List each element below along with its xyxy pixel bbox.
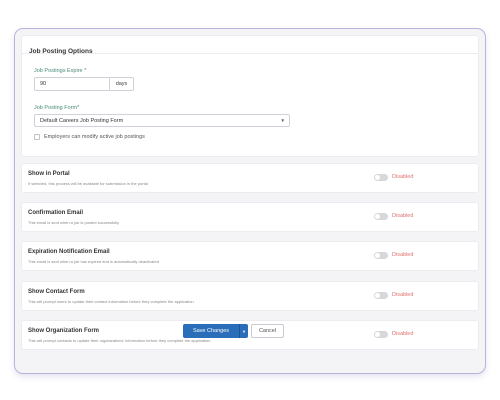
modify-postings-checkbox[interactable] xyxy=(34,134,40,140)
toggle-card-confirmation-email: Confirmation Email This email is sent wh… xyxy=(21,202,479,232)
toggle-knob xyxy=(375,253,380,258)
expire-unit-addon: days xyxy=(110,77,134,91)
chevron-down-icon: ▼ xyxy=(280,118,285,123)
options-header: Job Posting Options xyxy=(22,36,478,55)
show-in-portal-toggle[interactable] xyxy=(374,174,388,181)
form-label: Job Posting Form* xyxy=(34,105,80,111)
toggle-title: Expiration Notification Email xyxy=(28,249,110,255)
toggle-status: Disabled xyxy=(392,292,414,298)
expire-days-input[interactable]: 90 xyxy=(34,77,110,91)
toggle-status: Disabled xyxy=(392,213,414,219)
toggle-description: If selected, this process will be availa… xyxy=(28,181,148,186)
toggle-card-expiration-email: Expiration Notification Email This email… xyxy=(21,241,479,271)
toggle-status: Disabled xyxy=(392,174,414,180)
options-title: Job Posting Options xyxy=(29,48,93,55)
save-changes-button[interactable]: Save Changes xyxy=(183,324,239,338)
job-posting-options-card: Job Posting Options Job Postings Expire … xyxy=(21,35,479,157)
toggle-knob xyxy=(375,293,380,298)
confirmation-email-toggle[interactable] xyxy=(374,213,388,220)
toggle-description: This email is sent when a job is posted … xyxy=(28,220,120,225)
toggle-knob xyxy=(375,214,380,219)
cancel-button[interactable]: Cancel xyxy=(251,324,284,338)
modify-postings-row: Employers can modify active job postings xyxy=(34,134,145,140)
select-value: Default Careers Job Posting Form xyxy=(40,118,124,124)
toggle-description: This email is sent when a job has expire… xyxy=(28,259,159,264)
toggle-description: This will prompt users to update their c… xyxy=(28,299,194,304)
toggle-title: Show Organization Form xyxy=(28,328,100,334)
toggle-description: This will prompt contacts to update thei… xyxy=(28,338,211,343)
toggle-status: Disabled xyxy=(392,331,414,337)
contact-form-toggle[interactable] xyxy=(374,292,388,299)
toggle-status: Disabled xyxy=(392,252,414,258)
toggle-title: Confirmation Email xyxy=(28,210,84,216)
toggle-title: Show in Portal xyxy=(28,171,70,177)
expire-label: Job Postings Expire * xyxy=(34,68,87,74)
toggle-knob xyxy=(375,175,380,180)
toggle-title: Show Contact Form xyxy=(28,289,85,295)
save-options-dropdown[interactable]: ▼ xyxy=(239,324,248,338)
job-posting-form-select[interactable]: Default Careers Job Posting Form ▼ xyxy=(34,114,290,127)
organization-form-toggle[interactable] xyxy=(374,331,388,338)
expiration-email-toggle[interactable] xyxy=(374,252,388,259)
toggle-card-contact-form: Show Contact Form This will prompt users… xyxy=(21,281,479,311)
expire-input-group: 90 days xyxy=(34,77,134,91)
modify-postings-label: Employers can modify active job postings xyxy=(44,134,145,140)
toggle-knob xyxy=(375,332,380,337)
chevron-down-icon: ▼ xyxy=(242,329,246,334)
toggle-card-organization-form: Show Organization Form This will prompt … xyxy=(21,320,479,350)
toggle-card-show-in-portal: Show in Portal If selected, this process… xyxy=(21,163,479,193)
settings-panel: Job Posting Options Job Postings Expire … xyxy=(14,28,486,374)
